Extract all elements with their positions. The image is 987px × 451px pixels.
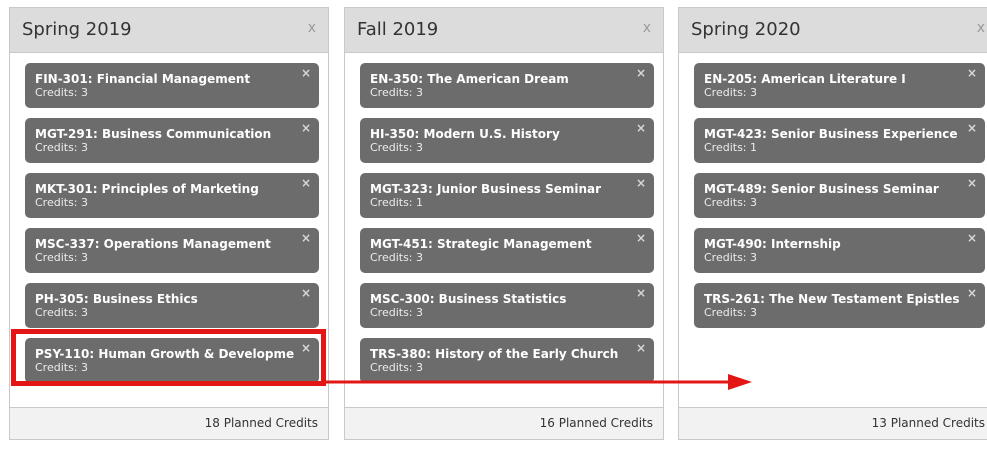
course-card[interactable]: MSC-300: Business Statistics Credits: 3 … xyxy=(360,283,654,328)
course-card[interactable]: MKT-301: Principles of Marketing Credits… xyxy=(25,173,319,218)
course-name: MGT-451: Strategic Management xyxy=(370,237,592,251)
course-card[interactable]: EN-205: American Literature I Credits: 3… xyxy=(694,63,985,108)
course-credits: Credits: 3 xyxy=(704,251,758,264)
course-name: MKT-301: Principles of Marketing xyxy=(35,182,259,196)
term-column-fall-2019: Fall 2019 x EN-350: The American Dream C… xyxy=(344,7,664,440)
course-card[interactable]: MGT-489: Senior Business Seminar Credits… xyxy=(694,173,985,218)
course-credits: Credits: 1 xyxy=(704,141,758,154)
course-credits: Credits: 3 xyxy=(370,141,424,154)
course-name: MSC-300: Business Statistics xyxy=(370,292,567,306)
term-title: Spring 2020 xyxy=(691,19,801,40)
remove-course-icon[interactable]: × xyxy=(301,121,311,135)
course-name: TRS-380: History of the Early Church xyxy=(370,347,619,361)
course-name: MGT-291: Business Communication xyxy=(35,127,272,141)
course-name: MGT-489: Senior Business Seminar xyxy=(704,182,939,196)
course-name: EN-350: The American Dream xyxy=(370,72,569,86)
course-card[interactable]: MGT-490: Internship Credits: 3 × xyxy=(694,228,985,273)
course-credits: Credits: 3 xyxy=(370,86,424,99)
course-card[interactable]: EN-350: The American Dream Credits: 3 × xyxy=(360,63,654,108)
course-card[interactable]: MGT-451: Strategic Management Credits: 3… xyxy=(360,228,654,273)
course-credits: Credits: 3 xyxy=(370,306,424,319)
course-credits: Credits: 3 xyxy=(35,306,89,319)
course-name: MGT-490: Internship xyxy=(704,237,841,251)
course-name: PSY-110: Human Growth & Development xyxy=(35,347,295,361)
course-card[interactable]: MGT-423: Senior Business Experience Cred… xyxy=(694,118,985,163)
term-footer: 13 Planned Credits xyxy=(679,407,987,439)
planned-credits: 18 Planned Credits xyxy=(204,416,318,430)
term-header: Spring 2020 x xyxy=(679,8,987,53)
remove-course-icon[interactable]: × xyxy=(967,176,977,190)
remove-course-icon[interactable]: × xyxy=(967,66,977,80)
course-name: FIN-301: Financial Management xyxy=(35,72,251,86)
course-credits: Credits: 1 xyxy=(370,196,424,209)
remove-course-icon[interactable]: × xyxy=(636,176,646,190)
course-name: MGT-323: Junior Business Seminar xyxy=(370,182,602,196)
course-card[interactable]: HI-350: Modern U.S. History Credits: 3 × xyxy=(360,118,654,163)
course-card[interactable]: MGT-323: Junior Business Seminar Credits… xyxy=(360,173,654,218)
planned-credits: 16 Planned Credits xyxy=(539,416,653,430)
course-card[interactable]: TRS-380: History of the Early Church Cre… xyxy=(360,338,654,383)
course-credits: Credits: 3 xyxy=(704,196,758,209)
course-credits: Credits: 3 xyxy=(35,86,89,99)
course-list: EN-350: The American Dream Credits: 3 × … xyxy=(345,53,663,407)
remove-course-icon[interactable]: × xyxy=(301,176,311,190)
planned-credits: 13 Planned Credits xyxy=(871,416,985,430)
course-card[interactable]: MSC-337: Operations Management Credits: … xyxy=(25,228,319,273)
course-name: TRS-261: The New Testament Epistles xyxy=(704,292,960,306)
remove-course-icon[interactable]: × xyxy=(301,286,311,300)
course-name: PH-305: Business Ethics xyxy=(35,292,198,306)
close-term-icon[interactable]: x xyxy=(643,20,651,36)
course-card[interactable]: FIN-301: Financial Management Credits: 3… xyxy=(25,63,319,108)
term-footer: 16 Planned Credits xyxy=(345,407,663,439)
remove-course-icon[interactable]: × xyxy=(636,341,646,355)
remove-course-icon[interactable]: × xyxy=(301,66,311,80)
close-term-icon[interactable]: x xyxy=(308,20,316,36)
course-name: EN-205: American Literature I xyxy=(704,72,906,86)
remove-course-icon[interactable]: × xyxy=(636,121,646,135)
remove-course-icon[interactable]: × xyxy=(967,121,977,135)
course-credits: Credits: 3 xyxy=(370,361,424,374)
term-title: Fall 2019 xyxy=(357,19,439,40)
remove-course-icon[interactable]: × xyxy=(636,231,646,245)
term-footer: 18 Planned Credits xyxy=(10,407,328,439)
remove-course-icon[interactable]: × xyxy=(301,231,311,245)
course-credits: Credits: 3 xyxy=(35,251,89,264)
course-card[interactable]: MGT-291: Business Communication Credits:… xyxy=(25,118,319,163)
course-card[interactable]: PH-305: Business Ethics Credits: 3 × xyxy=(25,283,319,328)
course-credits: Credits: 3 xyxy=(370,251,424,264)
course-list: FIN-301: Financial Management Credits: 3… xyxy=(10,53,328,407)
degree-planner: Spring 2019 x FIN-301: Financial Managem… xyxy=(0,0,987,451)
course-credits: Credits: 3 xyxy=(35,141,89,154)
course-credits: Credits: 3 xyxy=(704,306,758,319)
remove-course-icon[interactable]: × xyxy=(301,341,311,355)
course-credits: Credits: 3 xyxy=(704,86,758,99)
course-credits: Credits: 3 xyxy=(35,361,89,374)
course-card[interactable]: TRS-261: The New Testament Epistles Cred… xyxy=(694,283,985,328)
remove-course-icon[interactable]: × xyxy=(967,286,977,300)
remove-course-icon[interactable]: × xyxy=(636,286,646,300)
course-card-highlighted[interactable]: PSY-110: Human Growth & Development Cred… xyxy=(25,338,319,383)
course-name: MGT-423: Senior Business Experience xyxy=(704,127,958,141)
course-credits: Credits: 3 xyxy=(35,196,89,209)
remove-course-icon[interactable]: × xyxy=(636,66,646,80)
term-column-spring-2020: Spring 2020 x EN-205: American Literatur… xyxy=(678,7,987,440)
term-title: Spring 2019 xyxy=(22,19,132,40)
course-list: EN-205: American Literature I Credits: 3… xyxy=(679,53,987,407)
course-name: HI-350: Modern U.S. History xyxy=(370,127,560,141)
remove-course-icon[interactable]: × xyxy=(967,231,977,245)
course-name: MSC-337: Operations Management xyxy=(35,237,271,251)
term-header: Spring 2019 x xyxy=(10,8,328,53)
term-column-spring-2019: Spring 2019 x FIN-301: Financial Managem… xyxy=(9,7,329,440)
close-term-icon[interactable]: x xyxy=(977,20,985,36)
term-header: Fall 2019 x xyxy=(345,8,663,53)
